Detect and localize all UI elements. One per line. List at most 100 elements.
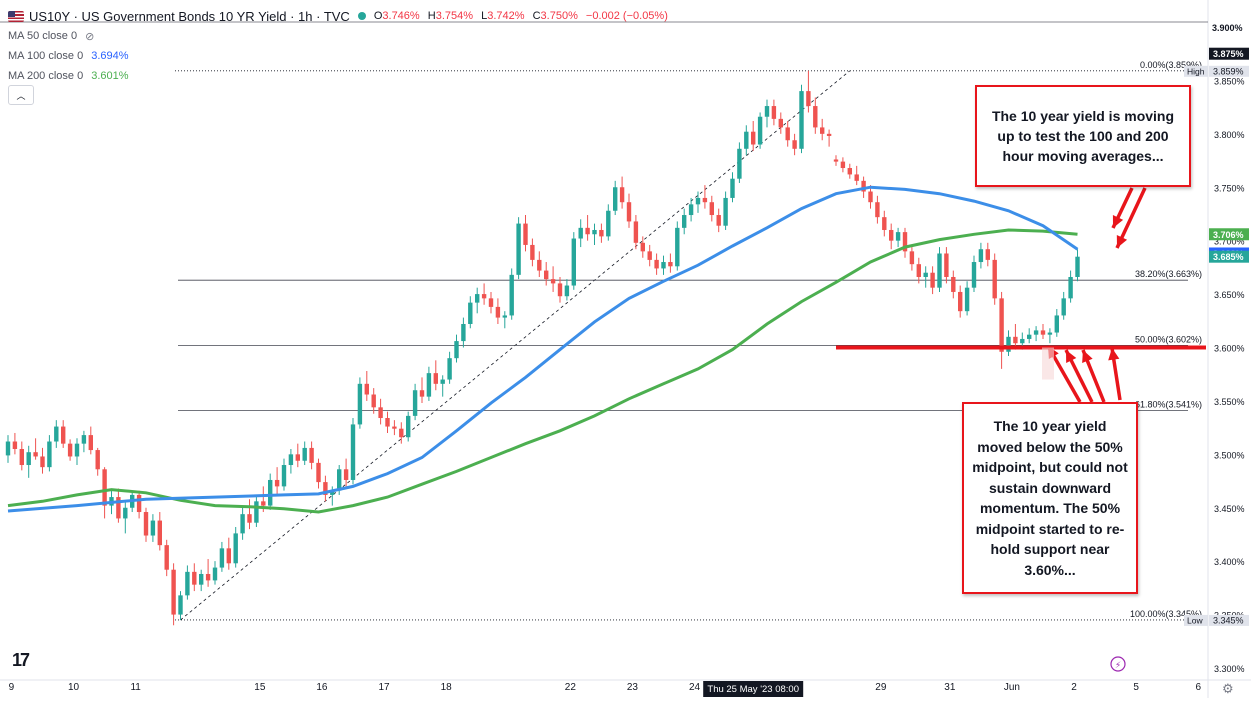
ohlc-high: 3.754% [435, 10, 474, 22]
y-tick-label: 3.300% [1214, 664, 1245, 674]
candle-body [757, 116, 763, 145]
candle-body [951, 276, 956, 292]
x-tick-label: 23 [627, 682, 639, 693]
candle-body [978, 249, 984, 263]
candle-body [481, 294, 487, 299]
candle-body [599, 229, 604, 237]
candle-body [654, 259, 659, 269]
candle-body [557, 283, 563, 297]
candle-body [164, 545, 169, 570]
candle-body [619, 187, 625, 203]
candle-body [205, 573, 211, 581]
annotation-top[interactable]: The 10 year yield is moving up to test t… [975, 85, 1191, 187]
candle-body [971, 262, 977, 288]
chart-legend: US10Y · US Government Bonds 10 YR Yield … [8, 6, 673, 86]
chevron-up-icon: ︿ [16, 90, 26, 101]
candle-body [316, 462, 321, 483]
gear-icon[interactable]: ⚙ [1222, 681, 1234, 697]
y-tick-label: 3.800% [1214, 130, 1245, 140]
ohlc-close: 3.750% [540, 10, 578, 22]
candle-body [633, 221, 639, 243]
candle-body [123, 507, 128, 519]
candle-body [516, 223, 521, 275]
candle-body [54, 426, 59, 442]
candle-body [419, 390, 425, 397]
candle-body [461, 323, 466, 342]
candle-body [447, 358, 452, 380]
tradingview-logo[interactable]: 17 [12, 650, 30, 671]
candle-body [274, 479, 280, 487]
candle-body [916, 264, 921, 277]
candle-body [185, 571, 190, 596]
candle-body [509, 274, 514, 316]
y-tick-label: 3.400% [1214, 557, 1245, 567]
candle-body [854, 174, 859, 181]
candle-body [550, 279, 556, 284]
spike-highlight [1042, 347, 1054, 380]
candle-body [475, 294, 480, 303]
candle-body [226, 548, 231, 564]
candle-body [178, 595, 183, 615]
y-tick-label: 3.550% [1214, 397, 1245, 407]
candle-body [199, 573, 204, 585]
symbol-row: US10Y · US Government Bonds 10 YR Yield … [8, 6, 673, 26]
price-tag-label: 3.706% [1213, 230, 1244, 240]
candle-body [254, 501, 259, 523]
collapse-legend-button[interactable]: ︿ [8, 85, 34, 105]
candle-body [1013, 336, 1018, 344]
candle-body [219, 548, 225, 568]
candle-body [295, 454, 300, 461]
candle-body [192, 571, 197, 585]
ohlc-high-key: H [427, 10, 436, 22]
candle-body [61, 426, 66, 444]
candle-body [1040, 330, 1046, 335]
candle-body [889, 229, 894, 241]
candle-body [426, 373, 432, 397]
candle-body [240, 514, 245, 534]
x-tick-label: 29 [875, 682, 887, 693]
x-tick-label: 15 [254, 682, 266, 693]
candle-body [1020, 338, 1025, 344]
candle-body [440, 379, 445, 384]
y-tick-label: 3.900% [1212, 23, 1243, 33]
candle-body [302, 447, 307, 461]
ohlc-close-key: C [532, 10, 541, 22]
candle-body [385, 418, 390, 427]
candle-body [309, 447, 314, 463]
eye-crossed-icon[interactable]: ⊘ [85, 30, 94, 43]
ma100-value: 3.694% [91, 50, 129, 62]
candle-body [337, 469, 342, 491]
candle-body [530, 244, 535, 260]
candle-body [88, 435, 93, 451]
candle-body [81, 435, 87, 444]
annotation-bottom-text: The 10 year yield moved below the 50% mi… [972, 418, 1128, 578]
crosshair-time-label: Thu 25 May '23 08:00 [707, 684, 799, 695]
candle-body [67, 443, 73, 457]
ma100-row[interactable]: MA 100 close 0 3.694% [8, 46, 673, 66]
candle-body [578, 227, 583, 239]
market-status-icon [357, 12, 366, 20]
ma50-row[interactable]: MA 50 close 0 ⊘ [8, 26, 673, 46]
candle-body [1061, 298, 1066, 316]
candle-body [999, 298, 1004, 352]
ma200-row[interactable]: MA 200 close 0 3.601% [8, 66, 673, 86]
candle-body [19, 448, 24, 466]
annotation-bottom[interactable]: The 10 year yield moved below the 50% mi… [962, 402, 1138, 594]
x-tick-label: 2 [1071, 682, 1077, 693]
ma200-value: 3.601% [91, 70, 129, 82]
x-tick-label: 16 [316, 682, 328, 693]
candle-body [102, 469, 107, 506]
candle-body [764, 106, 770, 117]
candle-body [47, 441, 52, 468]
candle-body [813, 106, 818, 128]
candle-body [640, 242, 645, 252]
hl-name: Low [1187, 615, 1203, 625]
candle-body [399, 428, 404, 438]
symbol-title[interactable]: US10Y · US Government Bonds 10 YR Yield … [29, 9, 350, 24]
candle-body [682, 215, 687, 228]
ohlc-values: O3.746% H3.754% L3.742% C3.750% −0.002 (… [374, 10, 673, 22]
candle-body [606, 210, 611, 237]
candle-body [778, 118, 783, 128]
candle-body [343, 469, 349, 480]
candle-body [268, 479, 273, 506]
